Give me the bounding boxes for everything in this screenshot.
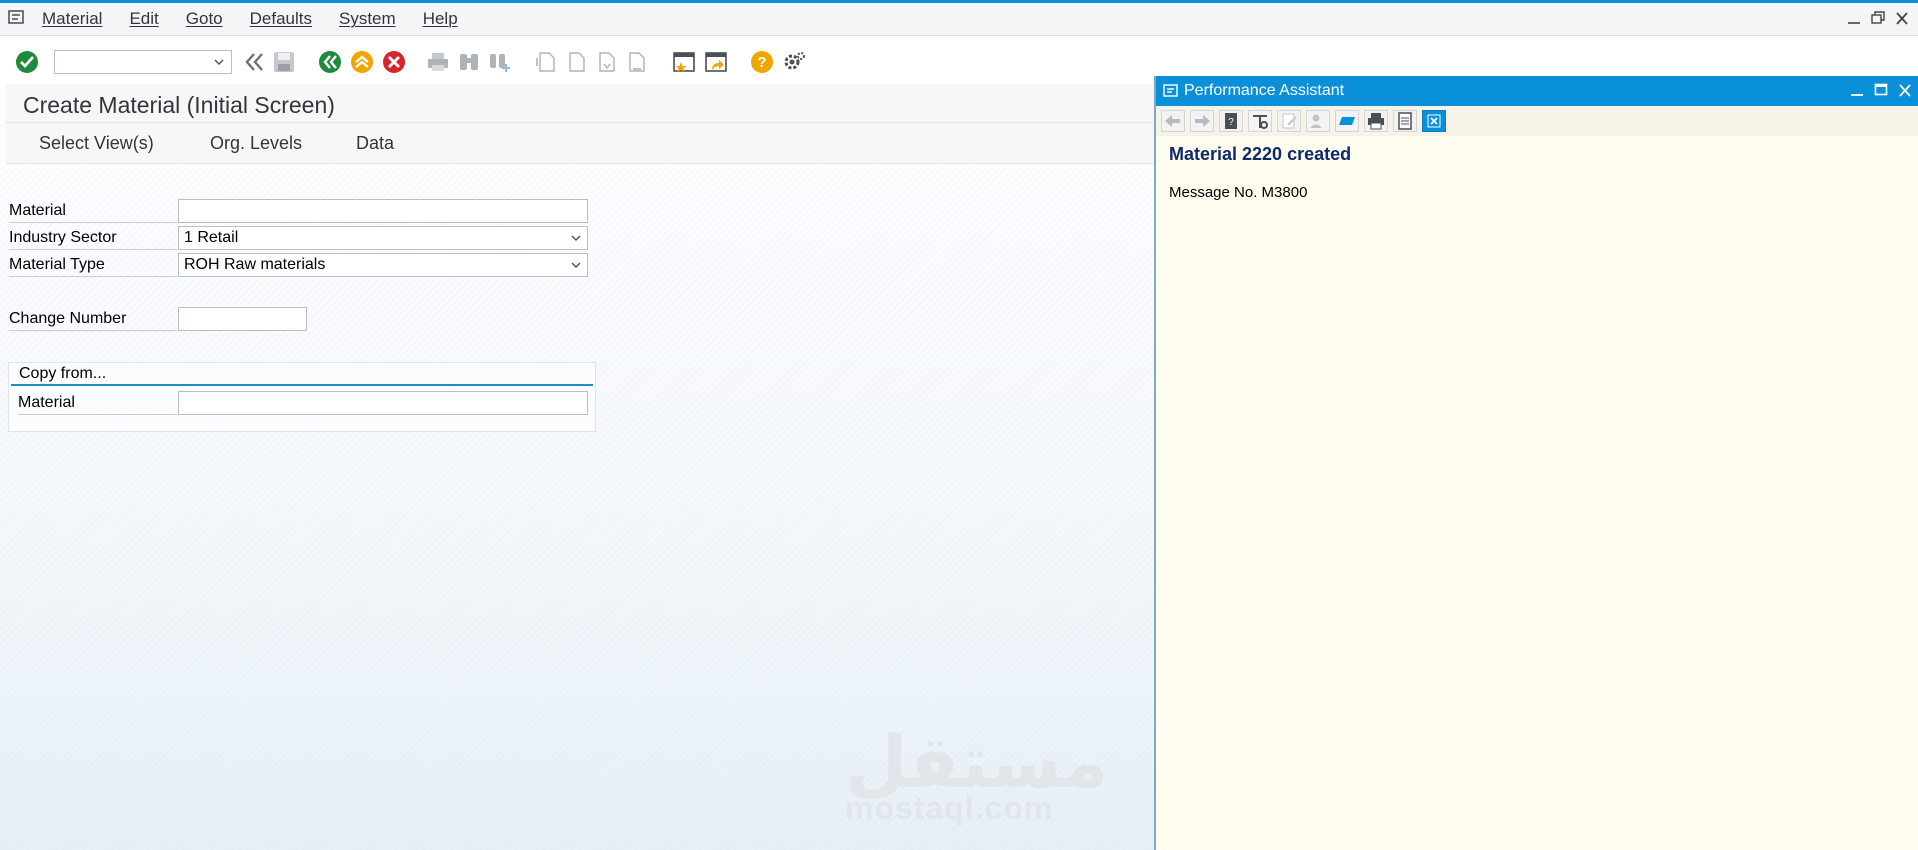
performance-assistant-header: Performance Assistant: [1156, 76, 1918, 106]
close-icon: [1427, 114, 1441, 128]
user-icon: [1310, 114, 1322, 128]
material-type-value: ROH Raw materials: [184, 256, 326, 273]
minimize-icon[interactable]: [1846, 9, 1862, 27]
material-input[interactable]: [178, 199, 588, 223]
message-number: Message No. M3800: [1169, 184, 1308, 201]
find-next-icon[interactable]: [488, 50, 512, 74]
previous-page-icon[interactable]: [564, 50, 588, 74]
new-session-icon[interactable]: [672, 50, 696, 74]
data-button[interactable]: Data: [356, 133, 394, 154]
first-page-icon[interactable]: [534, 50, 558, 74]
chevron-down-icon[interactable]: [213, 55, 225, 69]
industry-sector-label: Industry Sector: [9, 229, 177, 250]
menu-help[interactable]: Help: [423, 9, 458, 29]
industry-sector-select[interactable]: 1 Retail: [178, 226, 588, 250]
last-page-icon[interactable]: [624, 50, 648, 74]
menu-system[interactable]: System: [339, 9, 396, 29]
change-number-label: Change Number: [9, 310, 177, 331]
help-book-icon: ?: [1225, 113, 1237, 129]
edit-doc-icon: [1282, 113, 1297, 129]
menu-bar: Material Edit Goto Defaults System Help: [0, 3, 1918, 36]
arrow-right-icon: [1195, 115, 1210, 127]
minimize-icon[interactable]: [1850, 82, 1864, 98]
print-button[interactable]: [1364, 110, 1388, 132]
restore-icon[interactable]: [1870, 9, 1886, 27]
settings-gear-icon[interactable]: [782, 50, 806, 74]
menu-material[interactable]: Material: [42, 9, 102, 29]
print-icon[interactable]: [426, 50, 450, 74]
page-title: Create Material (Initial Screen): [23, 92, 335, 118]
bookmark-button[interactable]: [1335, 110, 1359, 132]
industry-sector-value: 1 Retail: [184, 229, 239, 246]
command-field[interactable]: [54, 50, 232, 74]
save-icon[interactable]: [272, 50, 296, 74]
performance-assistant-title: Performance Assistant: [1184, 82, 1345, 99]
back-arrow-button[interactable]: [1161, 110, 1185, 132]
chevron-down-icon[interactable]: [570, 233, 582, 243]
svg-text:?: ?: [1228, 117, 1234, 128]
forward-arrow-button[interactable]: [1190, 110, 1214, 132]
select-views-button[interactable]: Select View(s): [39, 133, 154, 154]
material-type-select[interactable]: ROH Raw materials: [178, 253, 588, 277]
title-bar: Create Material (Initial Screen): [6, 84, 1154, 123]
close-panel-button[interactable]: [1422, 110, 1446, 132]
menu-icon[interactable]: [8, 10, 26, 26]
help-icon[interactable]: ?: [750, 50, 774, 74]
next-page-icon[interactable]: [594, 50, 618, 74]
watermark-latin: mostaql.com: [845, 790, 1054, 826]
chevron-down-icon[interactable]: [570, 260, 582, 270]
enter-check-icon[interactable]: [15, 50, 39, 74]
maximize-icon[interactable]: [1874, 82, 1888, 98]
cancel-icon[interactable]: [382, 50, 406, 74]
back-icon[interactable]: [318, 50, 342, 74]
menu-defaults[interactable]: Defaults: [250, 9, 312, 29]
change-number-input[interactable]: [178, 307, 307, 331]
performance-assistant-toolbar: ?: [1156, 106, 1918, 136]
performance-assistant-panel: Performance Assistant ? Material 2220 cr…: [1154, 76, 1918, 850]
find-icon[interactable]: [457, 50, 481, 74]
copy-material-label: Material: [18, 394, 177, 415]
group-divider: [11, 384, 593, 386]
exit-up-icon[interactable]: [350, 50, 374, 74]
copy-material-input[interactable]: [178, 391, 588, 415]
close-icon[interactable]: [1898, 82, 1912, 98]
document-help-button[interactable]: ?: [1219, 110, 1243, 132]
copy-from-title: Copy from...: [19, 365, 107, 382]
folder-icon: [1339, 117, 1355, 125]
org-levels-button[interactable]: Org. Levels: [210, 133, 302, 154]
technical-info-button[interactable]: [1248, 110, 1272, 132]
svg-text:?: ?: [757, 54, 766, 71]
main-screen: Create Material (Initial Screen) Select …: [0, 84, 1154, 850]
collapse-left-icon[interactable]: [242, 50, 266, 74]
menu-edit[interactable]: Edit: [129, 9, 158, 29]
message-title: Material 2220 created: [1169, 144, 1352, 164]
document-list-icon: [1398, 112, 1412, 130]
tools-icon: [1253, 115, 1268, 129]
application-toolbar: Select View(s) Org. Levels Data: [6, 123, 1154, 164]
arrow-left-icon: [1165, 115, 1180, 127]
material-label: Material: [9, 202, 177, 223]
edit-document-button[interactable]: [1277, 110, 1301, 132]
document-list-button[interactable]: [1393, 110, 1417, 132]
shortcut-icon[interactable]: [704, 50, 728, 74]
close-icon[interactable]: [1894, 9, 1910, 27]
material-type-label: Material Type: [9, 256, 177, 277]
menu-goto[interactable]: Goto: [186, 9, 223, 29]
user-settings-button[interactable]: [1306, 110, 1330, 132]
menu-icon[interactable]: [1163, 84, 1179, 98]
print-icon: [1368, 113, 1384, 130]
